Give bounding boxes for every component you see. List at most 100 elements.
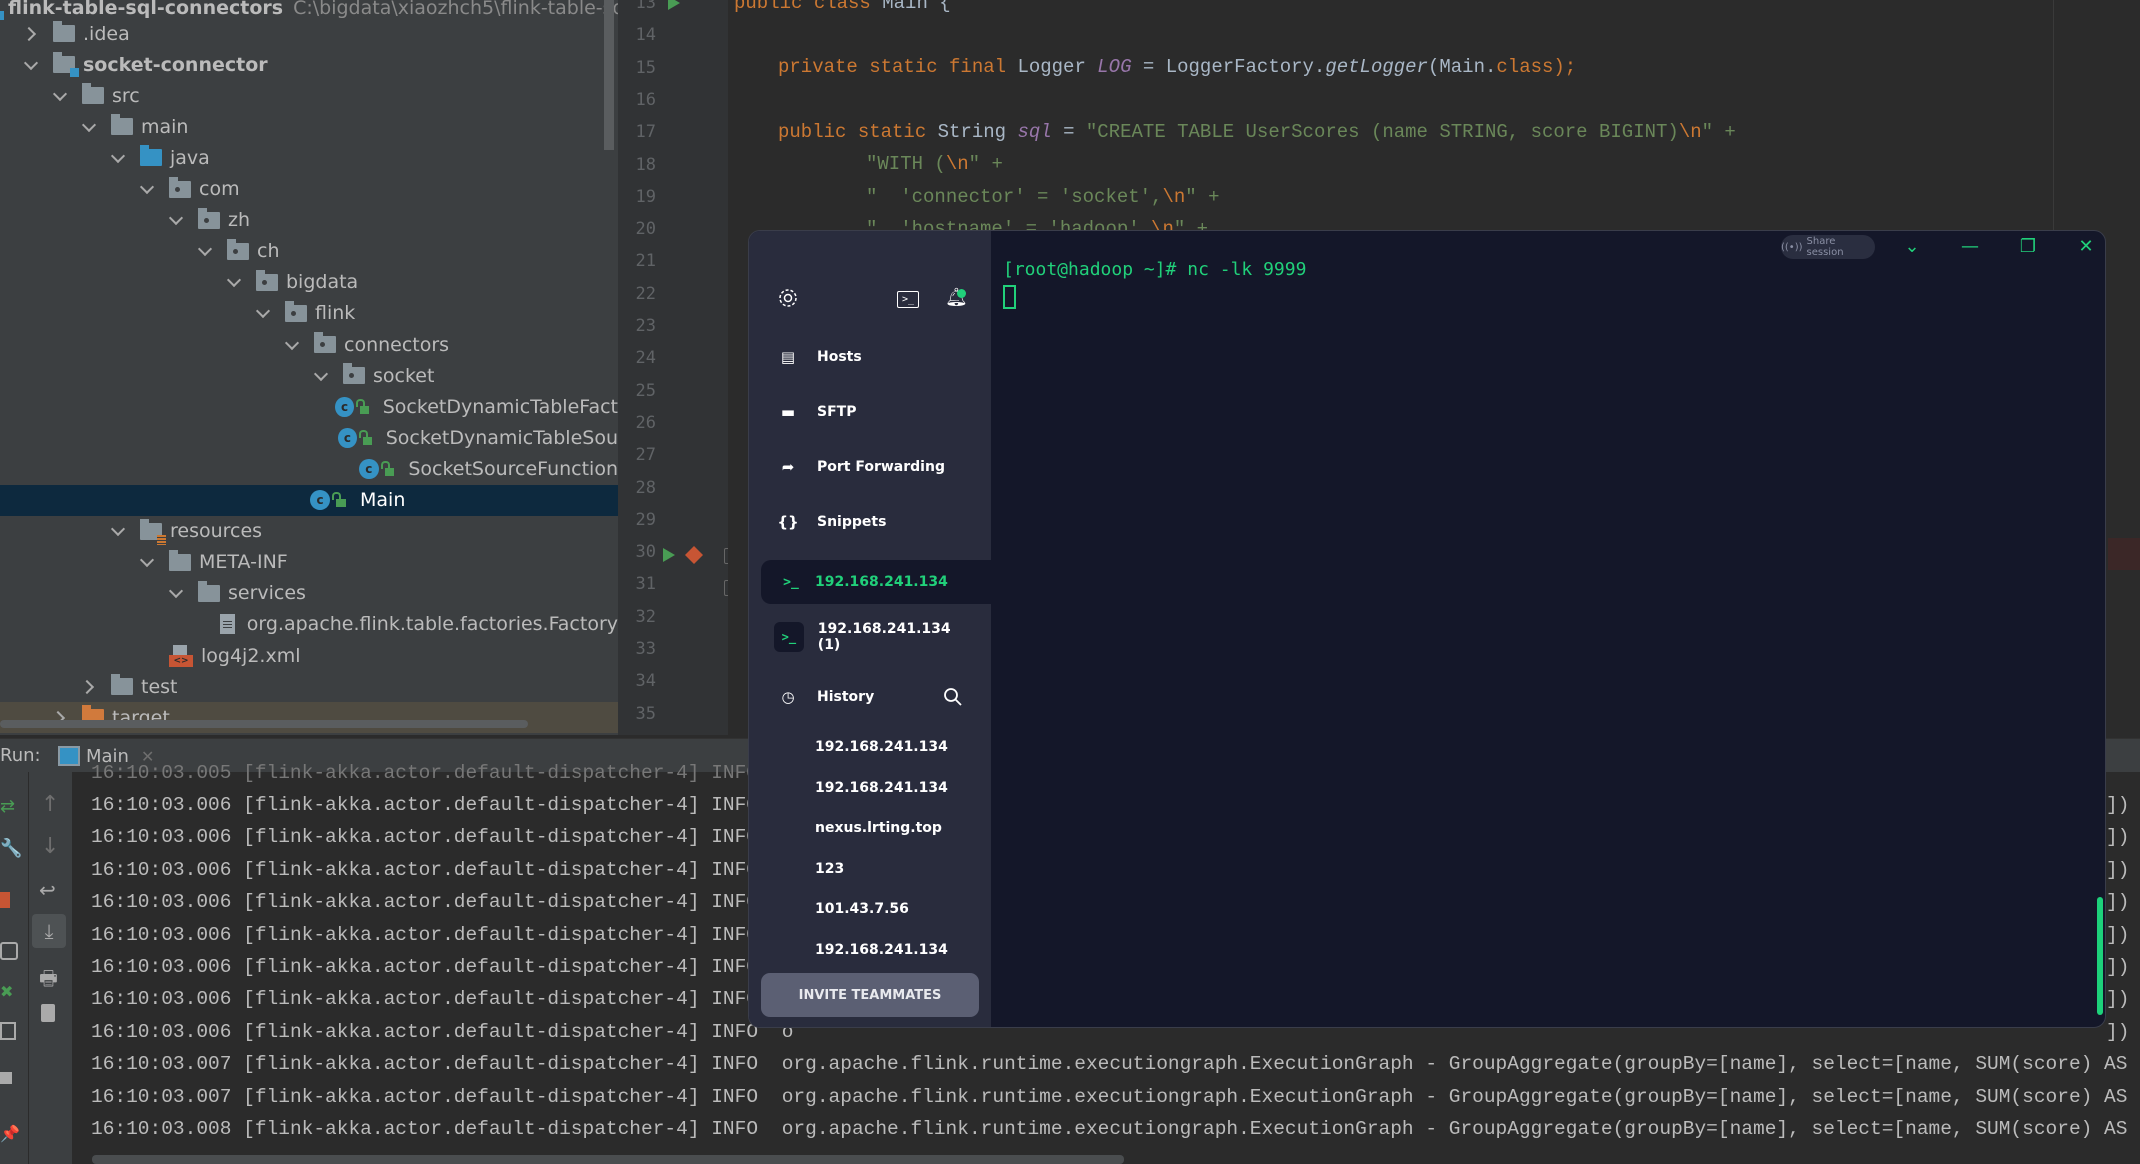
chevron-down-icon[interactable] [23,57,39,73]
chevron-down-icon[interactable] [226,274,242,290]
tree-item[interactable]: c SocketSourceFunction [0,453,618,484]
up-arrow-icon[interactable]: ↑ [41,792,59,817]
terminal-icon: >_ [783,574,799,590]
tree-item-label: flink [315,302,356,325]
log-line-tail: ]) [2106,858,2130,881]
code-line-17: public static String sql = "CREATE TABLE… [778,121,1736,143]
tree-item[interactable]: c SocketDynamicTableFact [0,391,618,422]
chevron-right-icon[interactable] [81,679,97,695]
nav-hosts[interactable]: ▤ Hosts [749,337,991,377]
tree-item[interactable]: flink [0,298,618,329]
folder-icon [111,114,133,136]
tree-horizontal-scrollbar[interactable] [0,720,528,728]
tree-item[interactable]: test [0,671,618,702]
tree-item-label: resources [170,520,263,543]
settings-gear-icon[interactable] [777,287,799,309]
chevron-down-icon[interactable] [255,305,271,321]
history-item[interactable]: nexus.lrting.top [815,820,942,836]
line-number: 14 [635,25,656,46]
new-terminal-icon[interactable]: >_ [897,291,919,308]
stop-icon[interactable] [0,892,10,908]
history-item[interactable]: 192.168.241.134 [815,780,948,796]
chevron-down-icon[interactable] [139,554,155,570]
print-icon[interactable]: 🖶 [39,964,58,998]
search-icon[interactable] [943,687,963,707]
tree-item[interactable]: org.apache.flink.table.factories.Factory [0,609,618,640]
tree-item[interactable]: target [0,702,618,734]
tree-item[interactable]: META-INF [0,547,618,578]
tree-item[interactable]: connectors [0,329,618,360]
down-arrow-icon[interactable]: ↓ [41,834,59,859]
tree-item[interactable]: com [0,174,618,205]
console-horizontal-scrollbar[interactable] [92,1155,1124,1164]
tree-item-label: com [199,178,240,200]
line-number: 13 [635,0,656,13]
tree-item[interactable]: zh [0,205,618,236]
tree-vertical-scrollbar[interactable] [604,0,614,150]
session-tab-active[interactable]: >_ 192.168.241.134 [761,560,991,604]
tree-item[interactable]: ch [0,236,618,267]
scroll-to-end-icon[interactable]: ⤓ [32,914,66,948]
code-token: getLogger [1325,56,1428,78]
invite-teammates-button[interactable]: INVITE TEAMMATES [761,973,979,1017]
history-item[interactable]: 101.43.7.56 [815,901,909,917]
chevron-down-icon[interactable] [284,337,300,353]
line-number: 23 [635,316,656,336]
breakpoint-icon[interactable] [683,544,705,566]
chevron-down-icon[interactable] [197,243,213,259]
layout-icon[interactable] [0,1072,12,1084]
nav-snippets[interactable]: {} Snippets [749,502,991,542]
tree-item[interactable]: main [0,111,618,142]
package-icon [314,332,336,353]
history-item[interactable]: 123 [815,861,844,877]
rerun-icon[interactable]: ⇄ [0,796,15,817]
log-thread: [flink-akka.actor.default-dispatcher-4] [243,988,700,1011]
log-message: org.apache.flink.runtime.executiongraph.… [781,1085,2140,1108]
chevron-down-icon[interactable] [110,523,126,539]
tree-item[interactable]: log4j2.xml [0,640,618,671]
tree-item[interactable]: .idea [0,18,618,49]
session-tab[interactable]: >_ 192.168.241.134 (1) [761,615,977,659]
tree-item-label: bigdata [286,271,359,294]
nav-port-forwarding[interactable]: ➦ Port Forwarding [749,447,991,487]
terminal-scrollbar[interactable] [2097,897,2103,1015]
trash-icon[interactable] [41,1004,55,1022]
chevron-down-icon[interactable] [313,368,329,384]
restore-layout-icon[interactable]: ✖ [0,982,13,1001]
history-item[interactable]: 192.168.241.134 [815,739,948,755]
run-gutter-icon[interactable] [665,0,685,12]
tree-item[interactable]: c Main [0,484,618,516]
camera-icon[interactable] [0,942,18,960]
tree-item[interactable]: services [0,578,618,609]
notification-dot [957,289,966,298]
tree-item[interactable]: socket [0,360,618,391]
log-time: 16:10:03.007 [91,1053,232,1076]
port-forwarding-icon: ➦ [781,458,795,476]
log-time: 16:10:03.008 [91,1118,232,1140]
code-token: String [937,121,1018,143]
log-thread: [flink-akka.actor.default-dispatcher-4] [243,826,700,849]
chevron-right-icon[interactable] [23,26,39,42]
chevron-down-icon[interactable] [52,88,68,104]
chevron-down-icon[interactable] [139,181,155,197]
chevron-down-icon[interactable] [168,212,184,228]
soft-wrap-icon[interactable]: ↩ [39,878,56,902]
tree-item[interactable]: bigdata [0,267,618,298]
tree-item[interactable]: c SocketDynamicTableSou [0,422,618,453]
tree-item[interactable]: resources [0,516,618,547]
exit-icon[interactable] [0,1022,16,1040]
terminal-area[interactable] [991,231,2105,1027]
history-item[interactable]: 192.168.241.134 [815,942,948,958]
session-label: 192.168.241.134 (1) [817,621,951,653]
chevron-down-icon[interactable] [110,150,126,166]
nav-sftp[interactable]: ▬ SFTP [749,392,991,432]
terminal-icon: >_ [774,622,804,652]
pin-icon[interactable]: 📌 [0,1124,20,1143]
settings-wrench-icon[interactable]: 🔧 [0,838,22,859]
chevron-down-icon[interactable] [81,119,97,135]
code-token: public class [734,0,883,14]
tree-item[interactable]: socket-connector [0,49,618,80]
tree-item[interactable]: src [0,80,618,111]
tree-item[interactable]: java [0,142,618,173]
chevron-down-icon[interactable] [168,585,184,601]
